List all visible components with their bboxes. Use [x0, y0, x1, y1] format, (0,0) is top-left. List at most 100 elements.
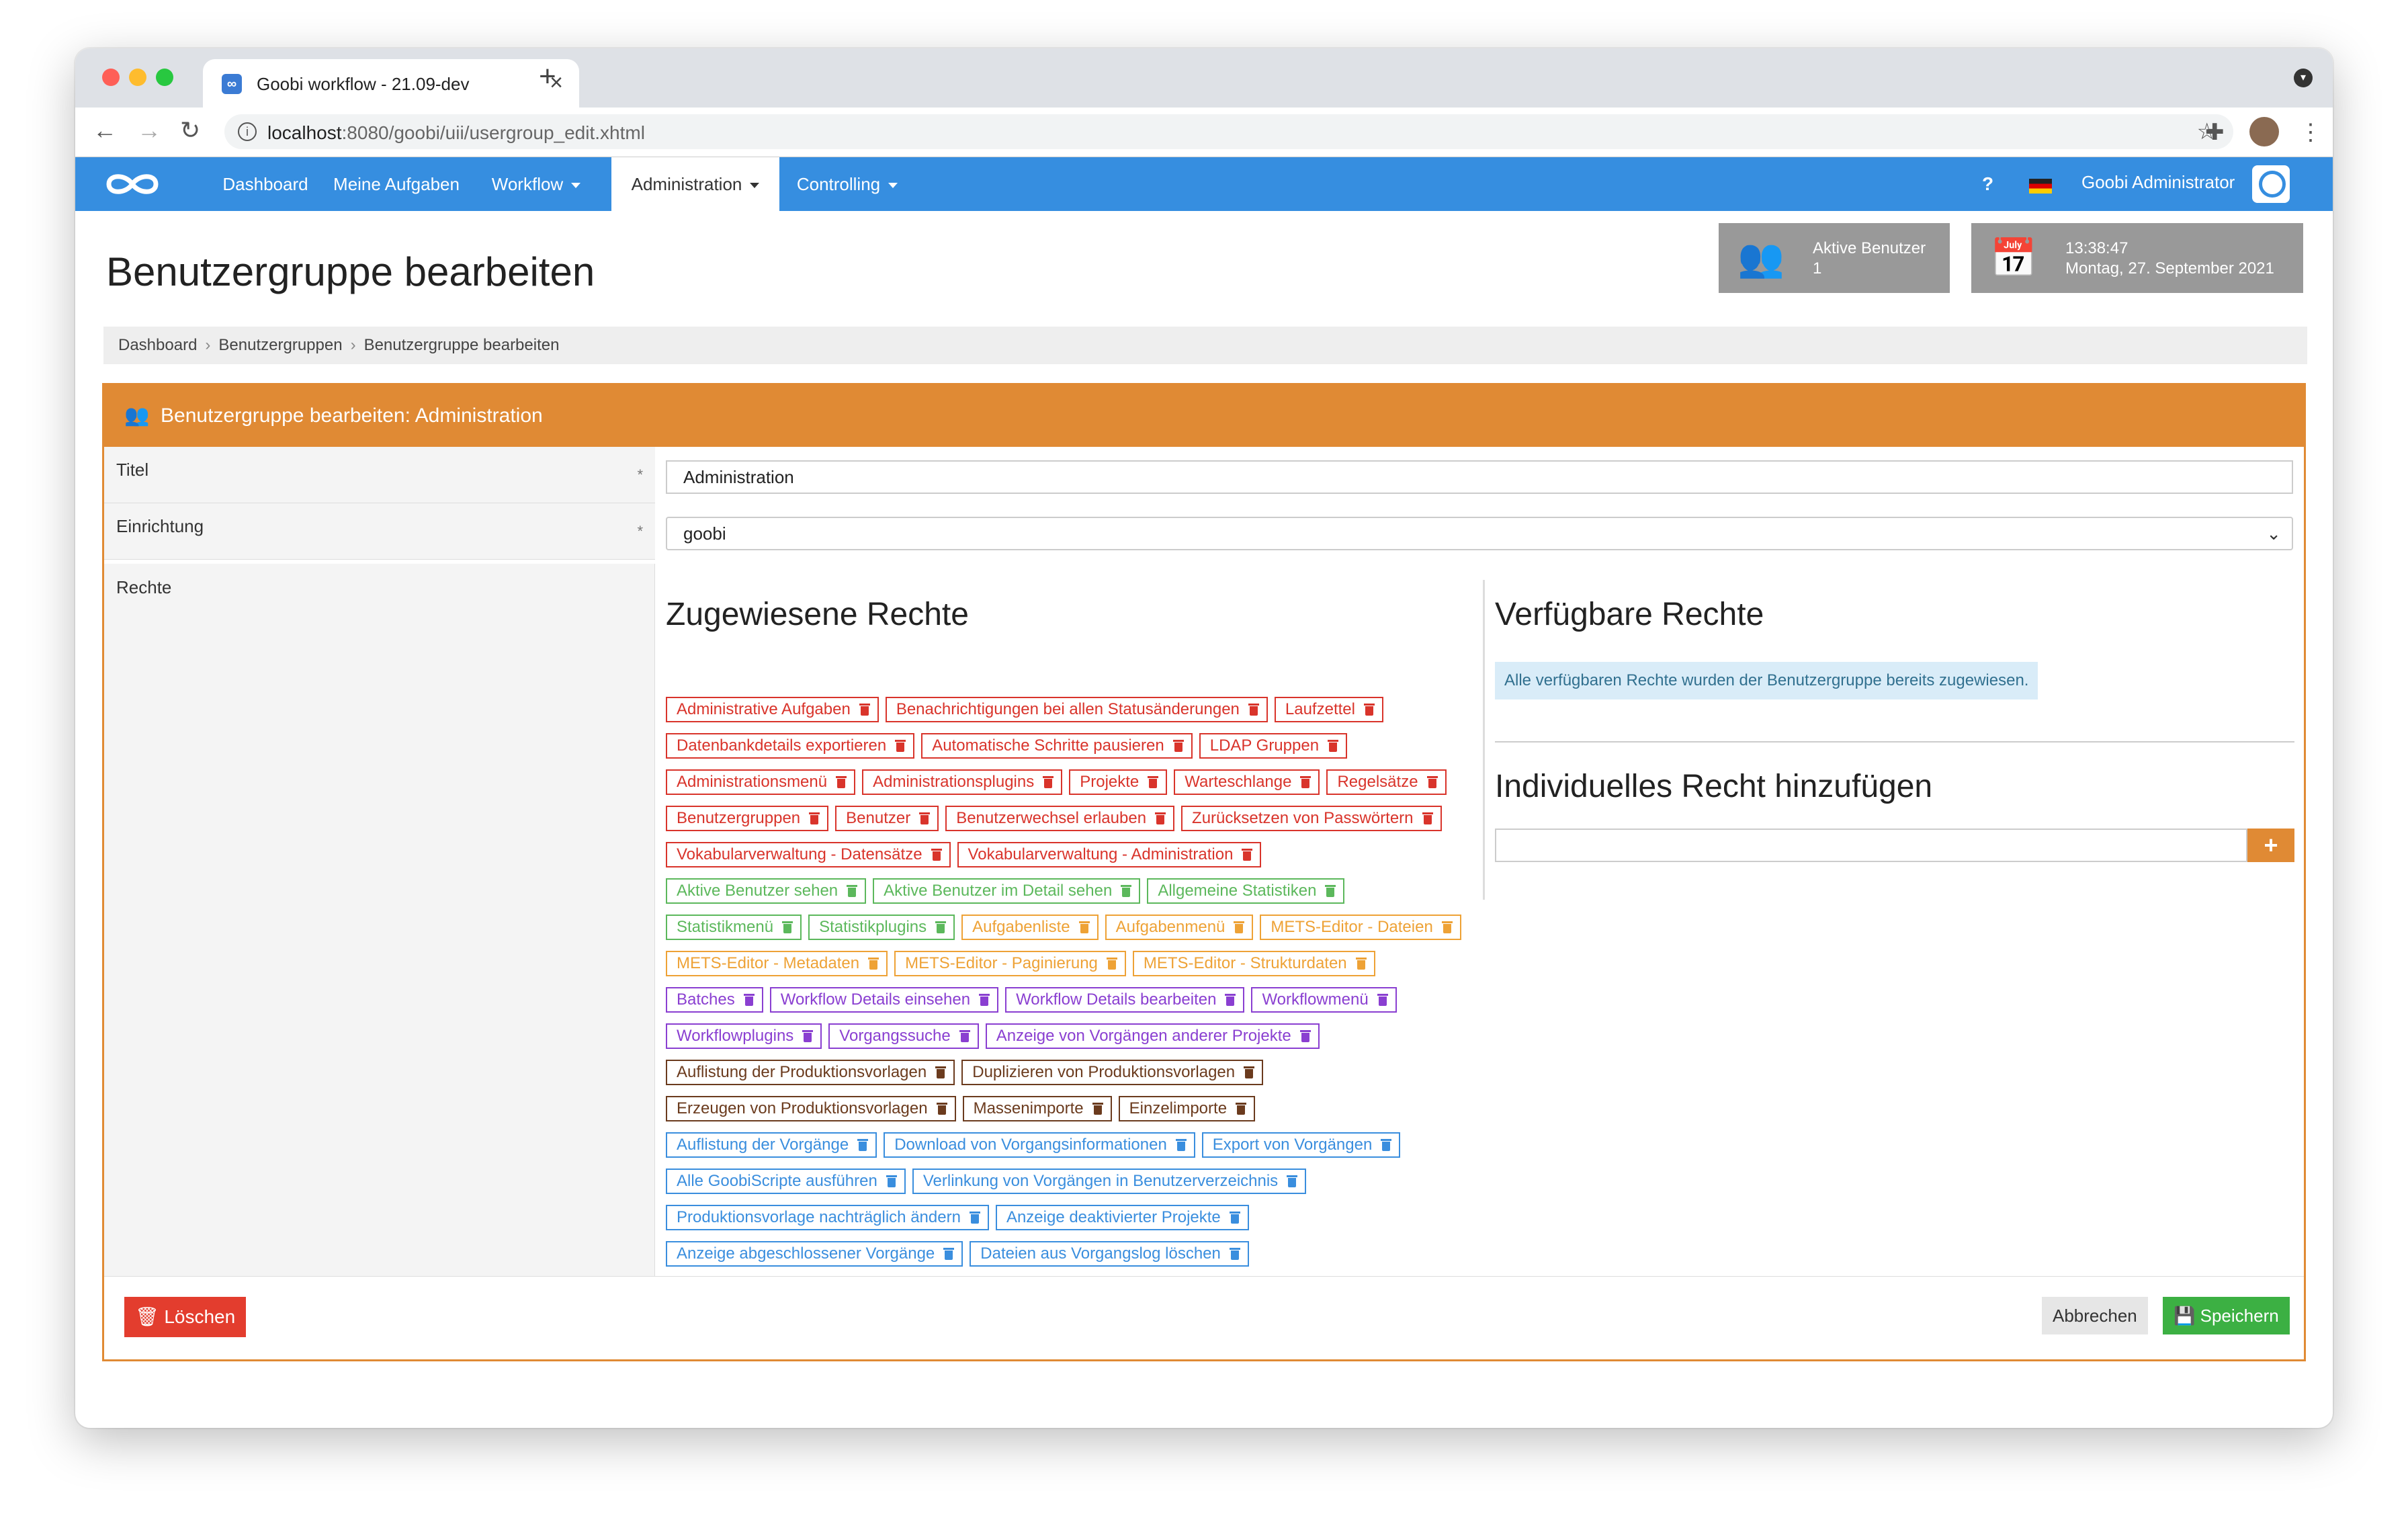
right-tag: Anzeige von Vorgängen anderer Projekte: [985, 1023, 1320, 1049]
trash-icon[interactable]: [836, 776, 847, 788]
right-label: METS-Editor - Paginierung: [905, 954, 1098, 972]
tab-search-icon[interactable]: ▾: [2294, 69, 2313, 87]
trash-icon[interactable]: [1363, 704, 1375, 716]
title-input[interactable]: [666, 460, 2293, 494]
trash-icon[interactable]: [936, 1103, 947, 1115]
right-label: Benutzergruppen: [677, 809, 801, 827]
trash-icon[interactable]: [1229, 1212, 1240, 1224]
trash-icon[interactable]: [1242, 849, 1253, 861]
goobi-logo-icon[interactable]: [102, 171, 163, 198]
user-avatar[interactable]: [2252, 165, 2290, 203]
right-label: Vokabularverwaltung - Datensätze: [677, 845, 922, 863]
right-label: Projekte: [1080, 773, 1140, 791]
trash-icon[interactable]: [1287, 1175, 1298, 1187]
trash-icon[interactable]: [1325, 885, 1336, 897]
reload-icon[interactable]: ↻: [180, 117, 200, 144]
trash-icon[interactable]: [868, 958, 879, 970]
close-window-button[interactable]: [102, 69, 120, 86]
trash-icon[interactable]: [847, 885, 858, 897]
nav-item-dashboard[interactable]: Dashboard: [215, 157, 316, 211]
trash-icon[interactable]: [886, 1175, 897, 1187]
new-tab-icon[interactable]: +: [539, 62, 556, 91]
institution-label: Einrichtung: [116, 516, 204, 536]
trash-icon[interactable]: [1121, 885, 1132, 897]
trash-icon[interactable]: [1248, 704, 1259, 716]
trash-icon[interactable]: [935, 1066, 947, 1078]
trash-icon[interactable]: [1234, 921, 1245, 933]
right-tag: Automatische Schritte pausieren: [921, 733, 1193, 759]
trash-icon[interactable]: [1078, 921, 1090, 933]
help-icon[interactable]: ?: [1982, 173, 1993, 195]
trash-icon[interactable]: [1092, 1103, 1103, 1115]
trash-icon[interactable]: [1328, 740, 1339, 752]
individual-right-input[interactable]: [1495, 829, 2247, 862]
active-users-widget[interactable]: 👥 Aktive Benutzer 1: [1719, 223, 1950, 293]
trash-icon[interactable]: [1426, 776, 1438, 788]
breadcrumb-usergroups[interactable]: Benutzergruppen: [218, 336, 342, 354]
trash-icon[interactable]: [1422, 812, 1433, 824]
trash-icon[interactable]: [1377, 994, 1388, 1006]
right-label: Produktionsvorlage nachträglich ändern: [677, 1208, 961, 1226]
trash-icon[interactable]: [919, 812, 931, 824]
trash-icon[interactable]: [1299, 1030, 1311, 1042]
right-label: Laufzettel: [1285, 700, 1355, 718]
browser-tab[interactable]: ∞ Goobi workflow - 21.09-dev ×: [203, 59, 579, 108]
trash-icon[interactable]: [931, 849, 942, 861]
trash-icon[interactable]: [802, 1030, 814, 1042]
trash-icon[interactable]: [1244, 1066, 1255, 1078]
nav-item-meine-aufgaben[interactable]: Meine Aufgaben: [321, 157, 472, 211]
user-name[interactable]: Goobi Administrator: [2081, 172, 2235, 193]
trash-icon[interactable]: [1236, 1103, 1247, 1115]
trash-icon[interactable]: [1229, 1248, 1240, 1260]
minimize-window-button[interactable]: [129, 69, 146, 86]
trash-icon[interactable]: [1043, 776, 1054, 788]
trash-icon[interactable]: [1300, 776, 1312, 788]
trash-icon[interactable]: [1225, 994, 1236, 1006]
trash-icon[interactable]: [969, 1212, 980, 1224]
main-navigation: Dashboard Meine Aufgaben Workflow Administr…: [75, 157, 2333, 211]
trash-icon[interactable]: [1155, 812, 1166, 824]
nav-item-workflow[interactable]: Workflow: [478, 157, 594, 211]
trash-icon[interactable]: [859, 704, 870, 716]
trash-icon[interactable]: [1172, 740, 1184, 752]
institution-select[interactable]: goobi ⌄: [666, 517, 2293, 550]
cancel-button[interactable]: Abbrechen: [2042, 1297, 2148, 1334]
back-icon[interactable]: ←: [93, 117, 117, 144]
delete-button[interactable]: 🗑 Löschen: [124, 1297, 247, 1337]
trash-icon[interactable]: [935, 921, 947, 933]
right-tag: Dateien aus Vorgangslog löschen: [970, 1241, 1249, 1267]
trash-icon[interactable]: [1148, 776, 1159, 788]
trash-icon[interactable]: [743, 994, 755, 1006]
nav-item-administration[interactable]: Administration: [611, 157, 779, 211]
save-button[interactable]: 💾 Speichern: [2163, 1297, 2290, 1334]
trash-icon[interactable]: [1355, 958, 1367, 970]
maximize-window-button[interactable]: [156, 69, 173, 86]
trash-icon[interactable]: [857, 1139, 869, 1151]
trash-icon[interactable]: [979, 994, 990, 1006]
trash-icon[interactable]: [782, 921, 793, 933]
right-label: Automatische Schritte pausieren: [932, 736, 1164, 755]
url-field[interactable]: i localhost:8080/goobi/uii/usergroup_edi…: [224, 114, 2233, 149]
trash-icon[interactable]: [809, 812, 820, 824]
trash-icon[interactable]: [895, 740, 906, 752]
site-info-icon[interactable]: i: [238, 122, 257, 141]
right-tag: METS-Editor - Paginierung: [894, 951, 1126, 976]
trash-icon[interactable]: [1441, 921, 1453, 933]
extensions-icon[interactable]: ✚: [2205, 120, 2225, 145]
add-right-button[interactable]: +: [2247, 829, 2294, 862]
nav-item-controlling[interactable]: Controlling: [779, 157, 915, 211]
forward-icon[interactable]: →: [137, 117, 161, 144]
trash-icon[interactable]: [1175, 1139, 1187, 1151]
trash-icon[interactable]: [943, 1248, 955, 1260]
profile-avatar[interactable]: [2249, 117, 2279, 146]
caret-down-icon: [888, 183, 898, 189]
right-label: Administrationsplugins: [873, 773, 1035, 791]
right-tag: Produktionsvorlage nachträglich ändern: [666, 1205, 989, 1230]
trash-icon[interactable]: [959, 1030, 970, 1042]
trash-icon[interactable]: [1106, 958, 1117, 970]
browser-menu-icon[interactable]: ⋮: [2299, 120, 2322, 145]
german-flag-icon[interactable]: [2029, 179, 2052, 194]
trash-icon[interactable]: [1381, 1139, 1392, 1151]
right-label: Anzeige abgeschlossener Vorgänge: [677, 1244, 935, 1263]
breadcrumb-dashboard[interactable]: Dashboard: [118, 336, 197, 354]
